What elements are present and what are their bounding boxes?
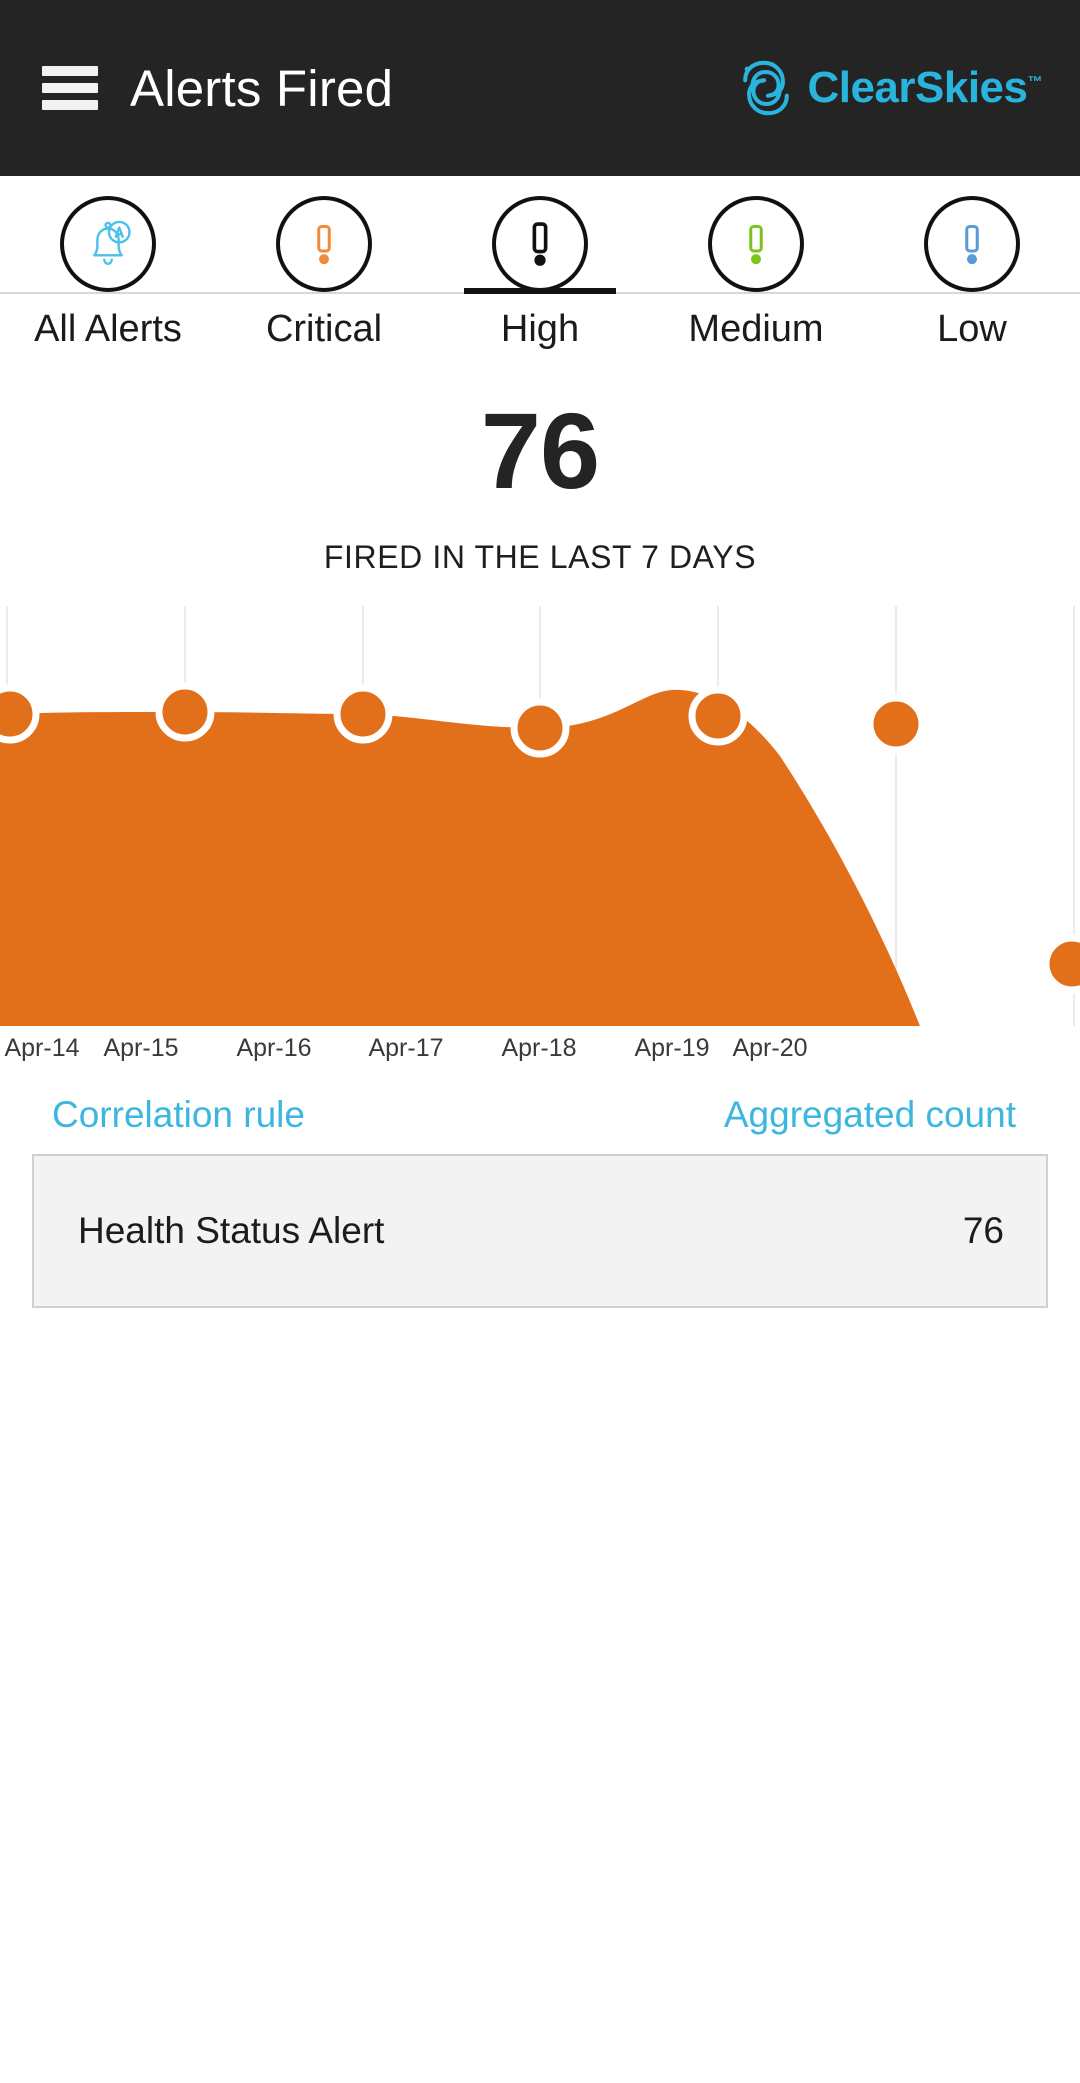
tab-icon-circle	[924, 196, 1020, 292]
brand-name: ClearSkies™	[807, 63, 1043, 112]
exclamation-mark-icon	[749, 224, 763, 265]
severity-tab-labels: All Alerts Critical High Medium Low	[0, 294, 1080, 351]
hamburger-menu-icon[interactable]	[42, 66, 98, 110]
tab-icon-circle	[60, 196, 156, 292]
table-body: Health Status Alert 76	[32, 1154, 1048, 1308]
tab-critical[interactable]	[216, 176, 432, 292]
clearskies-spiral-icon	[743, 60, 790, 116]
hamburger-bar-3	[42, 100, 98, 110]
tab-label-low[interactable]: Low	[864, 308, 1080, 351]
tab-medium[interactable]	[648, 176, 864, 292]
x-tick-label: Apr-20	[732, 1034, 808, 1062]
chart-canvas	[0, 606, 1080, 1026]
tab-icon-circle	[492, 196, 588, 292]
summary-caption: FIRED IN THE LAST 7 DAYS	[323, 539, 757, 575]
alerts-area-chart[interactable]	[0, 606, 1080, 1026]
chart-area-fill	[0, 689, 920, 1026]
tab-low[interactable]	[864, 176, 1080, 292]
tab-icon-circle	[276, 196, 372, 292]
hamburger-bar-2	[42, 83, 98, 93]
x-tick-label: Apr-18	[501, 1034, 577, 1062]
tab-label-all-alerts[interactable]: All Alerts	[0, 308, 216, 351]
tab-icon-circle	[708, 196, 804, 292]
table-header-row: Correlation rule Aggregated count	[32, 1094, 1048, 1136]
tab-high[interactable]	[432, 176, 648, 294]
bell-auto-icon	[93, 220, 131, 265]
tab-all-alerts[interactable]	[0, 176, 216, 292]
table-row[interactable]: Health Status Alert 76	[34, 1156, 1046, 1306]
correlation-rules-table: Correlation rule Aggregated count Health…	[0, 1094, 1080, 1308]
x-tick-label: Apr-16	[236, 1034, 312, 1062]
exclamation-mark-icon	[965, 224, 979, 265]
tab-label-medium[interactable]: Medium	[648, 308, 864, 351]
alert-count-total: 76	[480, 390, 600, 511]
app-header: Alerts Fired ClearSkies™	[0, 0, 1080, 176]
column-header-correlation-rule: Correlation rule	[52, 1094, 305, 1135]
cell-aggregated-count: 76	[962, 1210, 1004, 1251]
exclamation-mark-icon	[532, 222, 548, 266]
tab-label-high[interactable]: High	[432, 308, 648, 351]
x-tick-label: Apr-19	[634, 1034, 710, 1062]
severity-tab-bar[interactable]	[0, 176, 1080, 294]
cell-correlation-rule: Health Status Alert	[78, 1210, 385, 1251]
hamburger-bar-1	[42, 66, 98, 76]
page-title: Alerts Fired	[130, 59, 394, 117]
tab-active-indicator	[464, 288, 616, 294]
tab-label-critical[interactable]: Critical	[216, 308, 432, 351]
column-header-aggregated-count: Aggregated count	[723, 1094, 1016, 1135]
summary-block: 76 FIRED IN THE LAST 7 DAYS	[0, 351, 1080, 576]
chart-x-axis: Apr-14 Apr-15 Apr-16 Apr-17 Apr-18 Apr-1…	[0, 1026, 1080, 1078]
trademark-symbol: ™	[1027, 73, 1043, 91]
exclamation-mark-icon	[317, 224, 331, 265]
x-tick-label: Apr-14	[4, 1034, 80, 1062]
x-tick-label: Apr-17	[368, 1034, 444, 1062]
page-bottom-space	[0, 1308, 1080, 1608]
brand-logo: ClearSkies™	[735, 57, 1042, 119]
x-tick-label: Apr-15	[103, 1034, 179, 1062]
